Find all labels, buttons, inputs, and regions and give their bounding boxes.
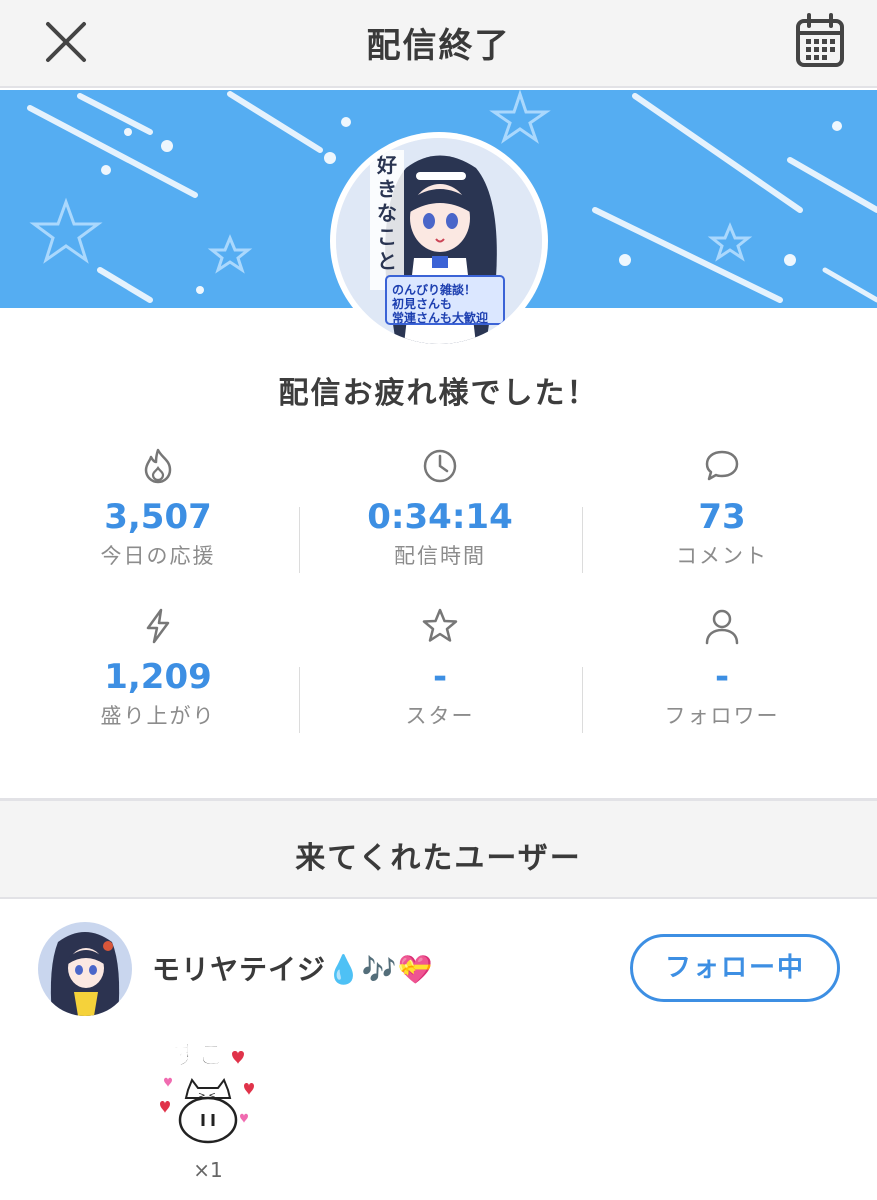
sticker-count: ×1	[193, 1158, 223, 1182]
stat-value: -	[432, 657, 448, 697]
streamer-avatar-image: 好 き な こ と のんびり雑談！ 初見さんも 常連さんも大歓迎	[336, 138, 542, 344]
stat-value: -	[714, 657, 730, 697]
stat-value: 0:34:14	[367, 497, 513, 537]
stat-value: 3,507	[104, 497, 212, 537]
visitor-avatar-image	[38, 922, 132, 1016]
page-title: 配信終了	[366, 26, 511, 66]
sticker-text: すこ	[172, 1041, 224, 1071]
stat-label: スター	[405, 704, 475, 728]
visitors-section-header: 来てくれたユーザー	[0, 801, 877, 899]
svg-text:き: き	[377, 177, 397, 201]
svg-text:のんびり雑談！: のんびり雑談！	[392, 282, 476, 297]
avatar[interactable]	[38, 922, 132, 1016]
clock-icon	[423, 449, 457, 483]
stat-label: フォロワー	[664, 704, 780, 728]
star-icon	[422, 608, 458, 642]
stat-followers: - フォロワー	[576, 606, 868, 730]
stat-value: 1,209	[104, 657, 212, 697]
stat-label: 配信時間	[394, 544, 486, 568]
svg-text:初見さんも: 初見さんも	[392, 296, 452, 311]
svg-text:好: 好	[376, 153, 397, 177]
stat-duration: 0:34:14 配信時間	[294, 446, 586, 570]
stat-stars: - スター	[294, 606, 586, 730]
comment-icon	[705, 450, 739, 481]
svg-text:常連さんも大歓迎: 常連さんも大歓迎	[392, 310, 488, 325]
stat-value: 73	[698, 497, 746, 537]
stat-excitement: 1,209 盛り上がり	[12, 606, 304, 730]
stat-label: コメント	[676, 544, 768, 568]
suko-sticker: すこ > <	[160, 1041, 254, 1144]
calendar-icon[interactable]	[794, 12, 846, 70]
visitor-name[interactable]: モリヤテイジ💧🎶💝	[152, 948, 434, 988]
person-icon	[705, 609, 739, 645]
svg-text:こ: こ	[377, 225, 397, 249]
svg-text:と: と	[377, 249, 397, 273]
stat-label: 盛り上がり	[100, 704, 216, 728]
svg-text:> <: > <	[198, 1091, 216, 1101]
lightning-icon	[146, 608, 170, 644]
section-title: 来てくれたユーザー	[295, 841, 582, 876]
following-button[interactable]: フォロー中	[630, 934, 840, 1002]
flame-icon	[144, 448, 172, 484]
streamer-avatar: 好 き な こ と のんびり雑談！ 初見さんも 常連さんも大歓迎	[330, 132, 548, 350]
top-bar: 配信終了	[0, 0, 877, 88]
stat-label: 今日の応援	[100, 544, 216, 568]
thanks-message: 配信お疲れ様でした！	[278, 376, 599, 411]
svg-text:な: な	[377, 201, 397, 225]
stat-comments: 73 コメント	[576, 446, 868, 570]
stat-cheer: 3,507 今日の応援	[12, 446, 304, 570]
